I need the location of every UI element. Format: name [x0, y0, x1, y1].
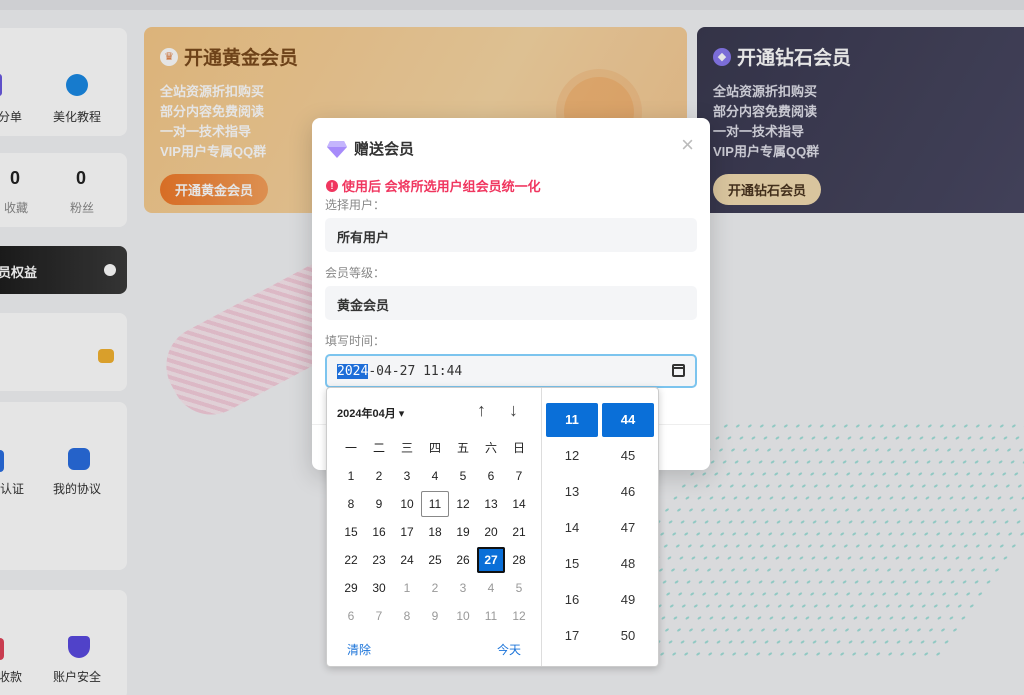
minute-option[interactable]: 49: [602, 583, 654, 617]
calendar-day[interactable]: 22: [337, 547, 365, 573]
user-label: 选择用户：: [325, 198, 386, 212]
calendar-icon[interactable]: [672, 364, 685, 377]
minute-option[interactable]: 48: [602, 547, 654, 581]
calendar-day[interactable]: 24: [393, 547, 421, 573]
minute-option[interactable]: 50: [602, 619, 654, 653]
datetime-input[interactable]: 2024 -04-27 11:44: [325, 354, 697, 388]
dialog-title: 赠送会员: [354, 141, 415, 158]
calendar-day[interactable]: 18: [421, 519, 449, 545]
weekday-header: 三: [400, 441, 413, 455]
hour-option[interactable]: 17: [546, 619, 598, 653]
close-icon[interactable]: ×: [681, 132, 694, 158]
weekday-header: 六: [484, 441, 497, 455]
calendar-day[interactable]: 27: [477, 547, 505, 573]
calendar-day[interactable]: 9: [365, 491, 393, 517]
minute-option[interactable]: 46: [602, 475, 654, 509]
calendar-day[interactable]: 10: [449, 603, 477, 629]
weekday-header: 四: [428, 441, 441, 455]
calendar-day[interactable]: 23: [365, 547, 393, 573]
month-select[interactable]: 2024年04月 ▾: [337, 405, 404, 421]
calendar-day[interactable]: 20: [477, 519, 505, 545]
calendar-day[interactable]: 10: [393, 491, 421, 517]
calendar-day[interactable]: 12: [449, 491, 477, 517]
weekday-header: 二: [372, 441, 385, 455]
calendar-day[interactable]: 16: [365, 519, 393, 545]
calendar-day[interactable]: 11: [421, 491, 449, 517]
weekday-header: 日: [512, 441, 525, 455]
weekday-header: 一: [344, 441, 357, 455]
calendar-day[interactable]: 19: [449, 519, 477, 545]
warning-text: ! 使用后 会将所选用户组会员统一化: [326, 176, 541, 195]
calendar-day[interactable]: 29: [337, 575, 365, 601]
calendar-day[interactable]: 3: [449, 575, 477, 601]
user-select[interactable]: 所有用户: [325, 218, 697, 252]
warning-message: 使用后 会将所选用户组会员统一化: [342, 179, 541, 194]
datetime-picker: 2024年04月 ▾ ↑ ↓ 清除 今天 一二三四五六日 1 2 3 4 5 6 7 8 9 10 1…: [326, 387, 659, 667]
calendar-day[interactable]: 15: [337, 519, 365, 545]
arrow-down-icon[interactable]: ↓: [509, 400, 518, 421]
calendar-day[interactable]: 11: [477, 603, 505, 629]
minute-option[interactable]: 45: [602, 439, 654, 473]
calendar-day[interactable]: 8: [337, 491, 365, 517]
calendar-day[interactable]: 2: [365, 463, 393, 489]
arrow-up-icon[interactable]: ↑: [477, 400, 486, 421]
calendar-day[interactable]: 21: [505, 519, 533, 545]
calendar-day[interactable]: 1: [393, 575, 421, 601]
calendar-day[interactable]: 4: [477, 575, 505, 601]
calendar-day[interactable]: 17: [393, 519, 421, 545]
hour-option[interactable]: 15: [546, 547, 598, 581]
clear-button[interactable]: 清除: [347, 641, 371, 658]
hour-option[interactable]: 13: [546, 475, 598, 509]
calendar-day[interactable]: 9: [421, 603, 449, 629]
calendar-day[interactable]: 12: [505, 603, 533, 629]
calendar-day[interactable]: 14: [505, 491, 533, 517]
calendar-day[interactable]: 7: [365, 603, 393, 629]
today-button[interactable]: 今天: [497, 641, 521, 658]
calendar-day[interactable]: 5: [449, 463, 477, 489]
calendar-day[interactable]: 6: [337, 603, 365, 629]
calendar-day[interactable]: 26: [449, 547, 477, 573]
minute-option[interactable]: 44: [602, 403, 654, 437]
hour-option[interactable]: 16: [546, 583, 598, 617]
time-label: 填写时间：: [325, 334, 386, 348]
weekday-header: 五: [456, 441, 469, 455]
calendar-day[interactable]: 13: [477, 491, 505, 517]
calendar-day[interactable]: 25: [421, 547, 449, 573]
diamond-icon: [327, 140, 347, 158]
calendar-day[interactable]: 30: [365, 575, 393, 601]
hour-option[interactable]: 14: [546, 511, 598, 545]
hour-option[interactable]: 12: [546, 439, 598, 473]
calendar-day[interactable]: 3: [393, 463, 421, 489]
calendar-day[interactable]: 28: [505, 547, 533, 573]
minute-option[interactable]: 47: [602, 511, 654, 545]
level-select[interactable]: 黄金会员: [325, 286, 697, 320]
info-icon: !: [326, 179, 338, 192]
date-year-segment[interactable]: 2024: [337, 363, 369, 379]
calendar-day[interactable]: 8: [393, 603, 421, 629]
calendar-day[interactable]: 6: [477, 463, 505, 489]
calendar-day[interactable]: 1: [337, 463, 365, 489]
level-label: 会员等级：: [325, 266, 386, 280]
calendar-day[interactable]: 2: [421, 575, 449, 601]
calendar-day[interactable]: 4: [421, 463, 449, 489]
calendar-day[interactable]: 7: [505, 463, 533, 489]
hour-option[interactable]: 11: [546, 403, 598, 437]
calendar-day[interactable]: 5: [505, 575, 533, 601]
picker-divider: [541, 388, 542, 666]
date-rest-segment[interactable]: -04-27 11:44: [368, 364, 462, 379]
dialog-header: 赠送会员: [326, 138, 414, 159]
